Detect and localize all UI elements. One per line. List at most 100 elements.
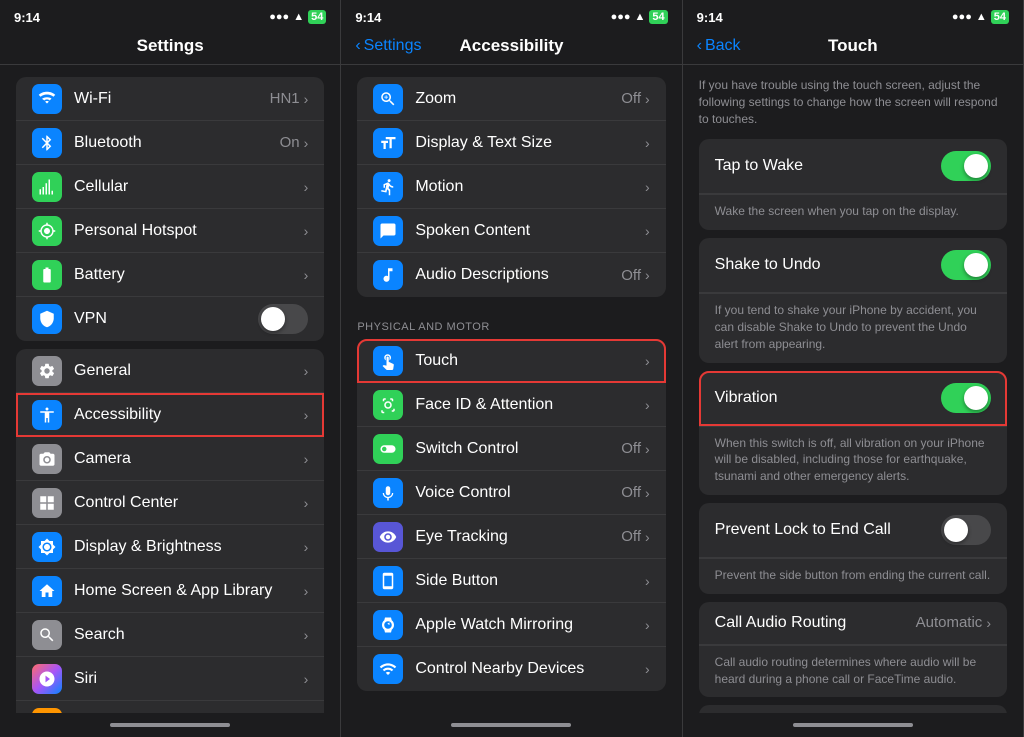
siri-label: Siri — [74, 670, 97, 688]
back-button-2[interactable]: ‹ Settings — [355, 37, 421, 55]
hearing-section-label: HEARING — [341, 699, 681, 713]
battery-label: Battery — [74, 266, 125, 284]
voicecontrol-icon-row — [373, 478, 403, 508]
settings-row-voicecontrol[interactable]: Voice Control Off › — [357, 471, 665, 515]
homescreen-icon-row — [32, 576, 62, 606]
settings-row-battery[interactable]: Battery › — [16, 253, 324, 297]
vision-group: Zoom Off › Display & Text Size › — [341, 77, 681, 297]
touch-scroll[interactable]: If you have trouble using the touch scre… — [683, 65, 1023, 713]
callaudio-desc-text: Call audio routing determines where audi… — [715, 654, 991, 688]
settings-scroll[interactable]: Wi-Fi HN1 › Bluetooth On › — [0, 65, 340, 713]
camera-icon-row — [32, 444, 62, 474]
callaudio-group: Call Audio Routing Automatic › Call audi… — [683, 602, 1023, 698]
callaudio-label: Call Audio Routing — [715, 614, 847, 632]
home-indicator-3 — [683, 713, 1023, 737]
nav-header-1: Settings — [0, 32, 340, 64]
settings-row-standby[interactable]: StandBy › — [16, 701, 324, 713]
vpn-icon-row — [32, 304, 62, 334]
tap-to-wake-group: Tap to Wake Wake the screen when you tap… — [683, 139, 1023, 230]
accessibility-label: Accessibility — [74, 406, 161, 424]
preventlock-toggle[interactable] — [941, 515, 991, 545]
settings-row-watchmirroring[interactable]: Apple Watch Mirroring › — [357, 603, 665, 647]
settings-row-eyetracking[interactable]: Eye Tracking Off › — [357, 515, 665, 559]
wifi-value: HN1 › — [270, 90, 309, 107]
wifi-row-content: Wi-Fi HN1 › — [74, 90, 308, 108]
backtap-group: Back Tap Off › Double or triple tap on t… — [683, 705, 1023, 713]
status-bar-1: 9:14 ●●● ▲ 54 — [0, 0, 340, 32]
settings-row-search[interactable]: Search › — [16, 613, 324, 657]
watchmirroring-icon-row — [373, 610, 403, 640]
controlcenter-icon-row — [32, 488, 62, 518]
audiodesc-label: Audio Descriptions — [415, 266, 548, 284]
callaudio-description: Call audio routing determines where audi… — [699, 645, 1007, 698]
backtap-row[interactable]: Back Tap Off › — [699, 705, 1007, 713]
signal-icon-2: ●●● — [611, 11, 631, 23]
preventlock-desc-text: Prevent the side button from ending the … — [715, 567, 991, 584]
switchcontrol-icon-row — [373, 434, 403, 464]
settings-row-audiodesc[interactable]: Audio Descriptions Off › — [357, 253, 665, 297]
zoom-label: Zoom — [415, 90, 456, 108]
bluetooth-icon-row — [32, 128, 62, 158]
settings-row-motion[interactable]: Motion › — [357, 165, 665, 209]
settings-row-displaybright[interactable]: Display & Brightness › — [16, 525, 324, 569]
spoken-icon-row — [373, 216, 403, 246]
settings-row-homescreen[interactable]: Home Screen & App Library › — [16, 569, 324, 613]
settings-row-wifi[interactable]: Wi-Fi HN1 › — [16, 77, 324, 121]
touch-label: Touch — [415, 352, 458, 370]
settings-row-bluetooth[interactable]: Bluetooth On › — [16, 121, 324, 165]
settings-row-zoom[interactable]: Zoom Off › — [357, 77, 665, 121]
preventlock-group: Prevent Lock to End Call Prevent the sid… — [683, 503, 1023, 594]
settings-row-hotspot[interactable]: Personal Hotspot › — [16, 209, 324, 253]
battery-badge-3: 54 — [991, 10, 1009, 24]
tap-to-wake-row: Tap to Wake — [699, 139, 1007, 194]
settings-row-controlcenter[interactable]: Control Center › — [16, 481, 324, 525]
back-label-2: Settings — [364, 37, 422, 55]
panel-touch: 9:14 ●●● ▲ 54 ‹ Back Touch If you have t… — [683, 0, 1024, 737]
wifi-label: Wi-Fi — [74, 90, 111, 108]
displaytext-icon-row — [373, 128, 403, 158]
motion-icon-row — [373, 172, 403, 202]
vpn-toggle[interactable] — [258, 304, 308, 334]
siri-icon-row — [32, 664, 62, 694]
settings-row-touch[interactable]: Touch › — [357, 339, 665, 383]
homescreen-label: Home Screen & App Library — [74, 582, 272, 600]
shake-undo-desc-text: If you tend to shake your iPhone by acci… — [715, 302, 991, 352]
preventlock-label: Prevent Lock to End Call — [715, 521, 891, 539]
general-icon-row — [32, 356, 62, 386]
settings-row-siri[interactable]: Siri › — [16, 657, 324, 701]
wifi-icon-3: ▲ — [976, 11, 987, 23]
settings-row-controlnearby[interactable]: Control Nearby Devices › — [357, 647, 665, 691]
page-title-3: Touch — [828, 36, 878, 56]
standby-icon-row — [32, 708, 62, 714]
settings-row-sidebutton[interactable]: Side Button › — [357, 559, 665, 603]
status-bar-3: 9:14 ●●● ▲ 54 — [683, 0, 1023, 32]
settings-row-faceid[interactable]: Face ID & Attention › — [357, 383, 665, 427]
signal-icon: ●●● — [269, 11, 289, 23]
tap-to-wake-label: Tap to Wake — [715, 157, 803, 175]
shake-undo-toggle[interactable] — [941, 250, 991, 280]
settings-row-accessibility[interactable]: Accessibility › — [16, 393, 324, 437]
sidebutton-label: Side Button — [415, 572, 498, 590]
tap-to-wake-toggle[interactable] — [941, 151, 991, 181]
search-label: Search — [74, 626, 125, 644]
settings-row-cellular[interactable]: Cellular › — [16, 165, 324, 209]
settings-row-general[interactable]: General › — [16, 349, 324, 393]
settings-row-switchcontrol[interactable]: Switch Control Off › — [357, 427, 665, 471]
vibration-toggle[interactable] — [941, 383, 991, 413]
settings-row-vpn[interactable]: VPN — [16, 297, 324, 341]
preventlock-description: Prevent the side button from ending the … — [699, 558, 1007, 594]
vibration-desc-text: When this switch is off, all vibration o… — [715, 435, 991, 485]
callaudio-row[interactable]: Call Audio Routing Automatic › — [699, 602, 1007, 645]
cellular-icon-row — [32, 172, 62, 202]
settings-row-spoken[interactable]: Spoken Content › — [357, 209, 665, 253]
back-button-3[interactable]: ‹ Back — [697, 37, 741, 55]
physical-motor-group: Touch › Face ID & Attention › — [341, 339, 681, 691]
settings-row-camera[interactable]: Camera › — [16, 437, 324, 481]
wifi-icon-row — [32, 84, 62, 114]
bt-row-content: Bluetooth On › — [74, 134, 308, 152]
tap-to-wake-desc-text: Wake the screen when you tap on the disp… — [715, 203, 991, 220]
settings-row-displaytext[interactable]: Display & Text Size › — [357, 121, 665, 165]
accessibility-scroll[interactable]: Zoom Off › Display & Text Size › — [341, 65, 681, 713]
vibration-group: Vibration When this switch is off, all v… — [683, 371, 1023, 495]
cellular-row-content: Cellular › — [74, 178, 308, 196]
